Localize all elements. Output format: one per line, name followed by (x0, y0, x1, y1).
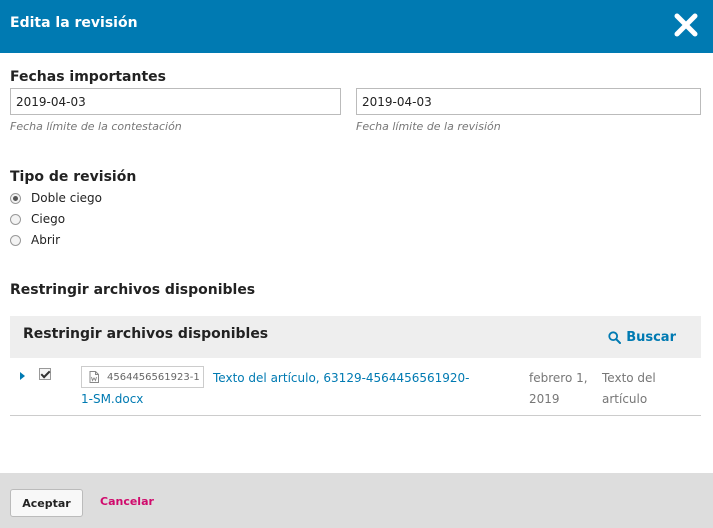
dialog-title: Edita la revisión (10, 15, 138, 31)
radio-label: Ciego (31, 212, 66, 226)
file-select-checkbox[interactable] (39, 368, 51, 380)
files-panel: Restringir archivos disponibles Buscar T… (10, 316, 701, 416)
response-due-date-input[interactable] (10, 88, 341, 115)
review-type-option-blind[interactable]: Ciego (10, 210, 65, 228)
dialog-header: Edita la revisión (0, 0, 713, 53)
search-label: Buscar (626, 330, 676, 345)
cancel-link[interactable]: Cancelar (100, 495, 154, 508)
file-id: 4564456561923-1 (107, 371, 200, 383)
files-panel-header: Restringir archivos disponibles Buscar (10, 316, 701, 358)
review-type-option-open[interactable]: Abrir (10, 231, 60, 249)
response-due-hint: Fecha límite de la contestación (10, 120, 182, 133)
search-icon (608, 331, 622, 344)
document-icon (89, 371, 99, 383)
files-panel-title: Restringir archivos disponibles (23, 326, 269, 342)
radio-button[interactable] (10, 234, 21, 246)
file-date: febrero 1, 2019 (529, 371, 588, 406)
review-due-date-input[interactable] (356, 88, 701, 115)
accept-button[interactable]: Aceptar (10, 489, 83, 517)
expand-row-icon[interactable] (20, 372, 25, 380)
radio-label: Abrir (31, 233, 61, 247)
radio-label: Doble ciego (31, 191, 103, 205)
file-type: Texto del artículo (602, 371, 656, 406)
review-type-option-double-blind[interactable]: Doble ciego (10, 189, 102, 207)
file-id-badge: 4564456561923-1 (81, 366, 204, 388)
table-row: Texto del artículo, 63129-4564456561920-… (10, 358, 701, 416)
radio-button[interactable] (10, 192, 21, 204)
search-button[interactable]: Buscar (608, 330, 676, 345)
dates-heading: Fechas importantes (10, 69, 166, 85)
dialog-footer: Aceptar Cancelar (0, 473, 713, 528)
close-icon[interactable] (673, 12, 699, 38)
review-due-hint: Fecha límite de la revisión (356, 120, 501, 133)
radio-button[interactable] (10, 213, 21, 225)
restrict-files-heading: Restringir archivos disponibles (10, 282, 256, 298)
review-type-heading: Tipo de revisión (10, 169, 137, 185)
